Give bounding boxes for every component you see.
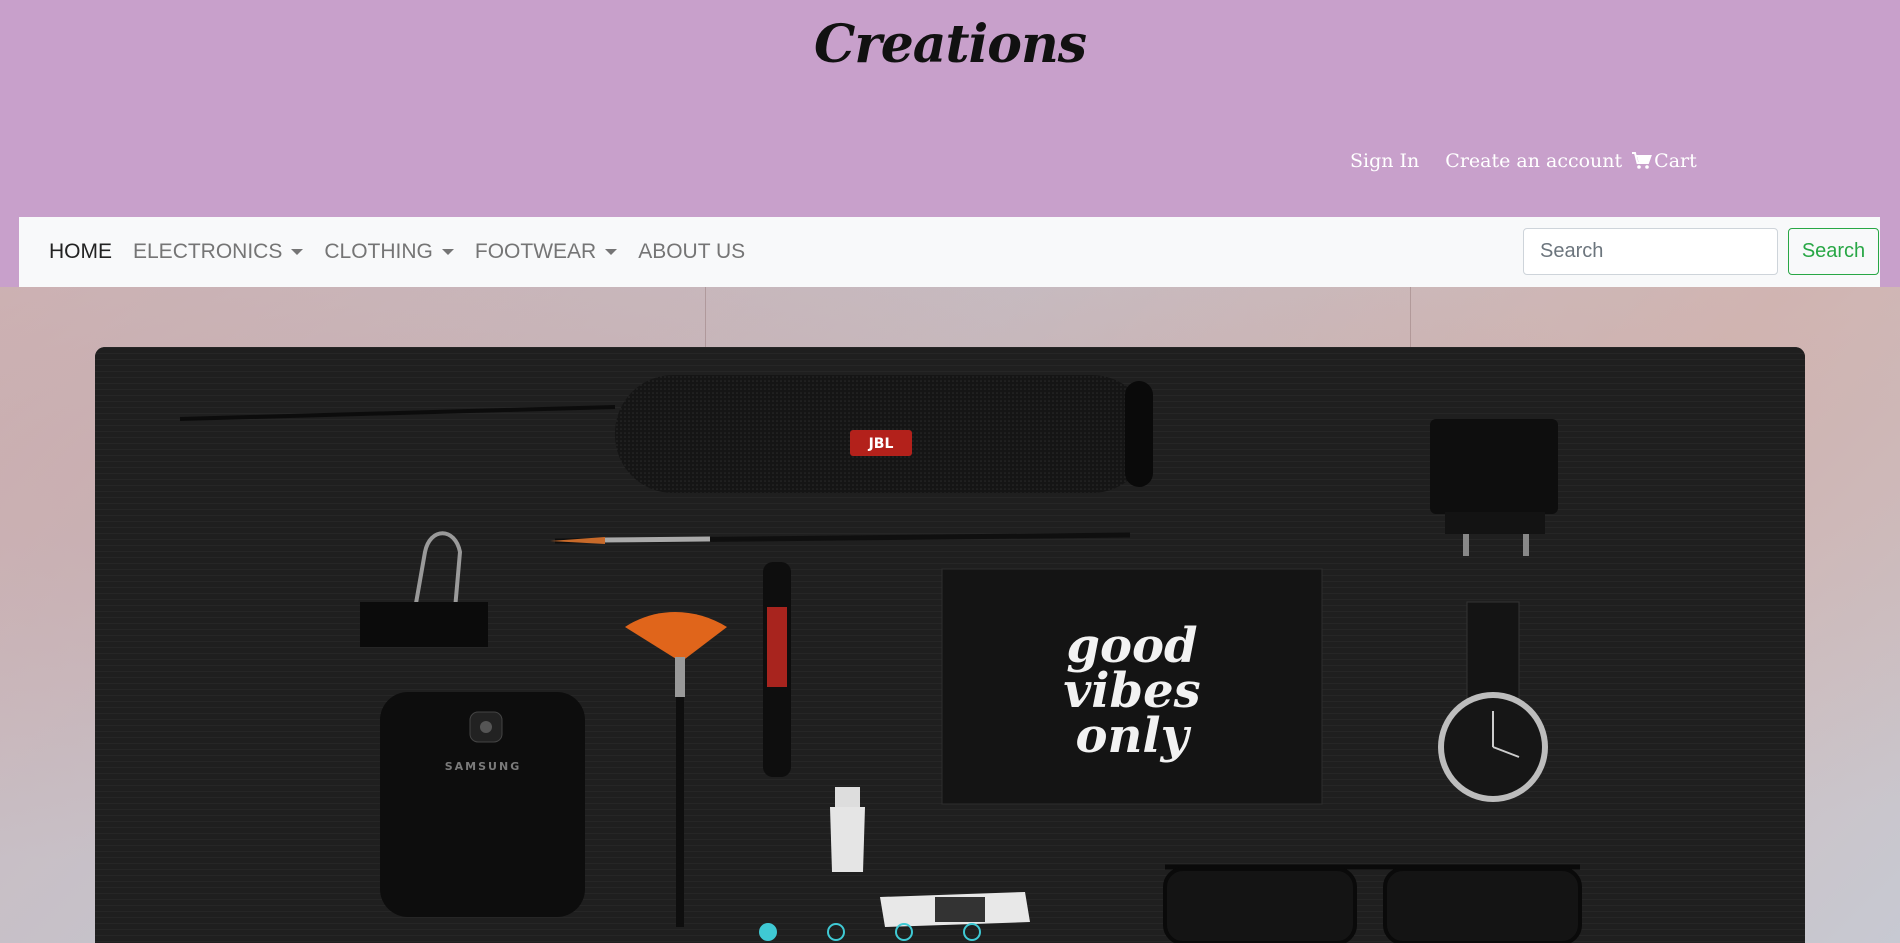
carousel-indicators	[95, 923, 1805, 941]
main-navbar: HOME ELECTRONICS CLOTHING FOOTWEAR ABOUT…	[19, 217, 1880, 287]
cart-icon	[1632, 152, 1653, 169]
nav-item-about-us[interactable]: ABOUT US	[638, 240, 745, 264]
nav-item-clothing[interactable]: CLOTHING	[324, 240, 454, 264]
caret-down-icon	[291, 249, 304, 255]
phone-brand-text: SAMSUNG	[445, 760, 521, 773]
background-seam	[1410, 287, 1411, 347]
nav-item-label: ELECTRONICS	[133, 240, 283, 263]
carousel-indicator-1[interactable]	[759, 923, 777, 941]
speaker-logo-text: JBL	[868, 436, 894, 452]
cart-link[interactable]: Cart	[1632, 150, 1697, 172]
carousel-indicator-2[interactable]	[827, 923, 845, 941]
caret-down-icon	[441, 249, 454, 255]
nav-item-label: FOOTWEAR	[474, 240, 597, 263]
nav-item-home[interactable]: HOME	[49, 240, 112, 264]
nav-item-electronics[interactable]: ELECTRONICS	[133, 240, 304, 264]
nav-item-footwear[interactable]: FOOTWEAR	[474, 240, 618, 264]
marker	[763, 562, 791, 777]
carousel-slide-image: JBL SAMSUNG good vibes only	[95, 347, 1805, 943]
caret-down-icon	[605, 249, 618, 255]
signin-link[interactable]: Sign In	[1350, 150, 1419, 172]
brand-logo[interactable]: Creations	[0, 14, 1900, 75]
speaker: JBL	[615, 375, 1153, 493]
create-account-link[interactable]: Create an account	[1445, 150, 1622, 172]
search-button[interactable]: Search	[1788, 228, 1879, 275]
glue-tube	[880, 892, 1030, 927]
hero-carousel[interactable]: JBL SAMSUNG good vibes only	[95, 347, 1805, 943]
site-header: Creations Sign In Create an account Cart	[0, 0, 1900, 217]
nav-menu: HOME ELECTRONICS CLOTHING FOOTWEAR ABOUT…	[49, 240, 766, 264]
nav-item-label: CLOTHING	[324, 240, 433, 263]
good-vibes-card: good vibes only	[941, 568, 1323, 805]
account-links: Sign In Create an account Cart	[1350, 150, 1697, 172]
carousel-indicator-3[interactable]	[895, 923, 913, 941]
background-seam	[705, 287, 706, 347]
phone: SAMSUNG	[380, 692, 585, 917]
nav-item-label: HOME	[49, 240, 112, 263]
nav-item-label: ABOUT US	[638, 240, 746, 263]
search-input[interactable]	[1523, 228, 1778, 275]
cart-label: Cart	[1654, 150, 1697, 172]
paint-tube	[830, 787, 865, 872]
card-text-line3: only	[1075, 708, 1191, 764]
carousel-indicator-4[interactable]	[963, 923, 981, 941]
